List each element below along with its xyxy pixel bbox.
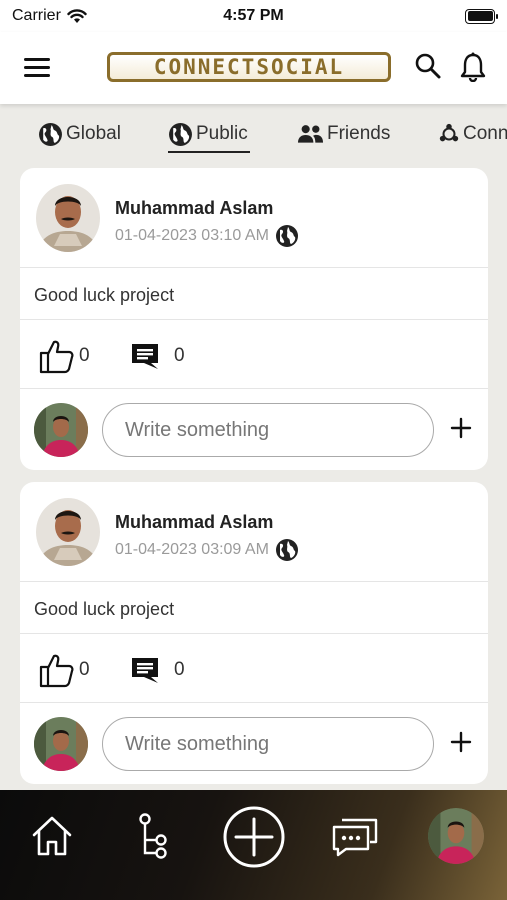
app-logo: CONNECTSOCIAL: [107, 52, 391, 82]
author-avatar[interactable]: [36, 184, 100, 252]
tab-friends[interactable]: Friends: [297, 120, 390, 148]
bottom-nav: [0, 790, 507, 900]
feed-tabs: Global Public Friends Conn: [0, 112, 507, 158]
post-card: Muhammad Aslam 01-04-2023 03:10 AM Good …: [20, 168, 488, 470]
post-timestamp: 01-04-2023 03:10 AM: [115, 227, 269, 244]
like-count: 0: [79, 345, 90, 366]
friends-icon: [297, 125, 324, 143]
like-icon[interactable]: [38, 652, 74, 688]
reply-row: [20, 703, 488, 783]
active-tab-indicator: [168, 151, 250, 153]
tab-label: Conn: [463, 123, 507, 144]
comment-icon[interactable]: [130, 656, 160, 684]
post-card: Muhammad Aslam 01-04-2023 03:09 AM Good …: [20, 482, 488, 784]
comment-icon[interactable]: [130, 342, 160, 370]
carrier-label: Carrier: [12, 7, 61, 24]
home-icon[interactable]: [30, 814, 74, 858]
user-avatar[interactable]: [34, 403, 88, 457]
author-name[interactable]: Muhammad Aslam: [115, 198, 273, 219]
like-count: 0: [79, 659, 90, 680]
reply-input[interactable]: [102, 403, 434, 457]
tab-label: Friends: [327, 123, 391, 144]
search-icon[interactable]: [414, 52, 442, 80]
plus-icon[interactable]: [450, 731, 472, 753]
tab-label: Global: [66, 123, 121, 144]
app-header: CONNECTSOCIAL: [0, 32, 507, 104]
post-actions: 0 0: [20, 320, 488, 389]
globe-icon: [39, 122, 62, 146]
post-text: Good luck project: [20, 582, 488, 634]
post-header: Muhammad Aslam 01-04-2023 03:09 AM: [20, 482, 488, 582]
add-post-icon[interactable]: [222, 805, 286, 869]
profile-avatar[interactable]: [428, 808, 484, 864]
status-bar: Carrier 4:57 PM: [0, 0, 507, 32]
bell-icon[interactable]: [459, 52, 487, 82]
reply-row: [20, 389, 488, 469]
plus-icon[interactable]: [450, 417, 472, 439]
tab-connections[interactable]: Conn: [438, 120, 507, 148]
post-header: Muhammad Aslam 01-04-2023 03:10 AM: [20, 168, 488, 268]
user-avatar[interactable]: [34, 717, 88, 771]
globe-icon: [169, 122, 192, 146]
comment-count: 0: [174, 345, 185, 366]
post-meta: 01-04-2023 03:09 AM: [115, 538, 299, 562]
globe-icon: [275, 225, 298, 247]
connections-icon: [439, 123, 459, 142]
author-avatar[interactable]: [36, 498, 100, 566]
comment-count: 0: [174, 659, 185, 680]
battery-icon: [465, 8, 498, 24]
tab-public[interactable]: Public: [168, 120, 248, 148]
post-text: Good luck project: [20, 268, 488, 320]
post-timestamp: 01-04-2023 03:09 AM: [115, 541, 269, 558]
tab-global[interactable]: Global: [38, 120, 121, 148]
chat-icon[interactable]: [330, 816, 380, 858]
status-left: Carrier: [12, 7, 87, 25]
logo-text: CONNECTSOCIAL: [153, 55, 345, 79]
like-icon[interactable]: [38, 338, 74, 374]
post-actions: 0 0: [20, 634, 488, 703]
reply-input[interactable]: [102, 717, 434, 771]
network-icon[interactable]: [136, 812, 172, 860]
post-meta: 01-04-2023 03:10 AM: [115, 224, 299, 248]
wifi-icon: [67, 8, 87, 23]
globe-icon: [275, 539, 298, 561]
tab-label: Public: [196, 123, 248, 144]
author-name[interactable]: Muhammad Aslam: [115, 512, 273, 533]
menu-button[interactable]: [24, 52, 54, 82]
